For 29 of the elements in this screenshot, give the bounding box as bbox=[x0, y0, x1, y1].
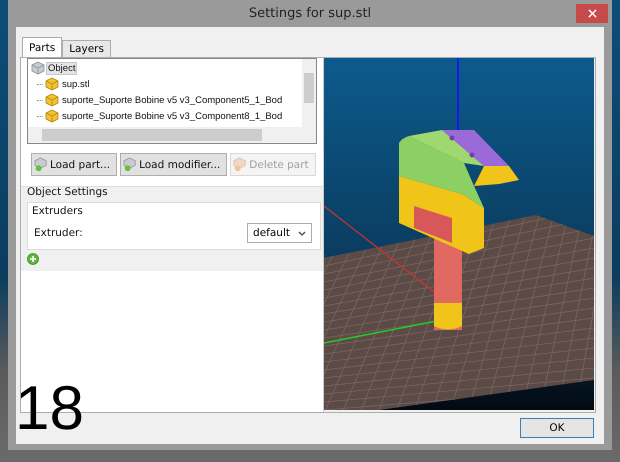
close-button[interactable] bbox=[576, 4, 608, 23]
cubes-plus-icon bbox=[34, 157, 49, 172]
ok-button[interactable]: OK bbox=[520, 418, 594, 438]
cubes-plus-icon bbox=[123, 157, 138, 172]
tree-item[interactable]: Object bbox=[47, 62, 76, 74]
cube-icon bbox=[45, 93, 59, 107]
vertical-scrollbar[interactable] bbox=[302, 59, 316, 127]
cubes-icon bbox=[31, 61, 45, 75]
window-title: Settings for sup.stl bbox=[248, 6, 372, 21]
tab[interactable]: Layers bbox=[62, 40, 111, 57]
horizontal-scrollbar[interactable] bbox=[28, 127, 316, 143]
part-button[interactable]: Load modifier... bbox=[120, 153, 228, 176]
cube-icon bbox=[45, 109, 59, 123]
add-button[interactable] bbox=[27, 253, 39, 265]
tree-item[interactable]: sup.stl bbox=[61, 78, 90, 90]
group-title: Extruders bbox=[32, 205, 84, 217]
tree-item[interactable]: suporte_Suporte Bobine v5 v3_Component8_1_Bod bbox=[61, 110, 284, 122]
cube-icon bbox=[45, 77, 59, 91]
step-number: 18 bbox=[15, 378, 84, 440]
cubes-plus-icon bbox=[233, 157, 248, 172]
part-button[interactable]: Load part... bbox=[31, 153, 118, 176]
extruder-dropdown[interactable]: default bbox=[247, 223, 312, 243]
field-label: Extruder: bbox=[34, 227, 83, 239]
group-title: Object Settings bbox=[27, 186, 109, 198]
tab[interactable]: Parts bbox=[22, 37, 62, 57]
plus-circle-icon bbox=[27, 253, 39, 265]
close-icon bbox=[588, 9, 596, 18]
chevron-down-icon bbox=[298, 230, 306, 236]
tree-item[interactable]: suporte_Suporte Bobine v5 v3_Component5_1_Bod bbox=[61, 94, 284, 106]
